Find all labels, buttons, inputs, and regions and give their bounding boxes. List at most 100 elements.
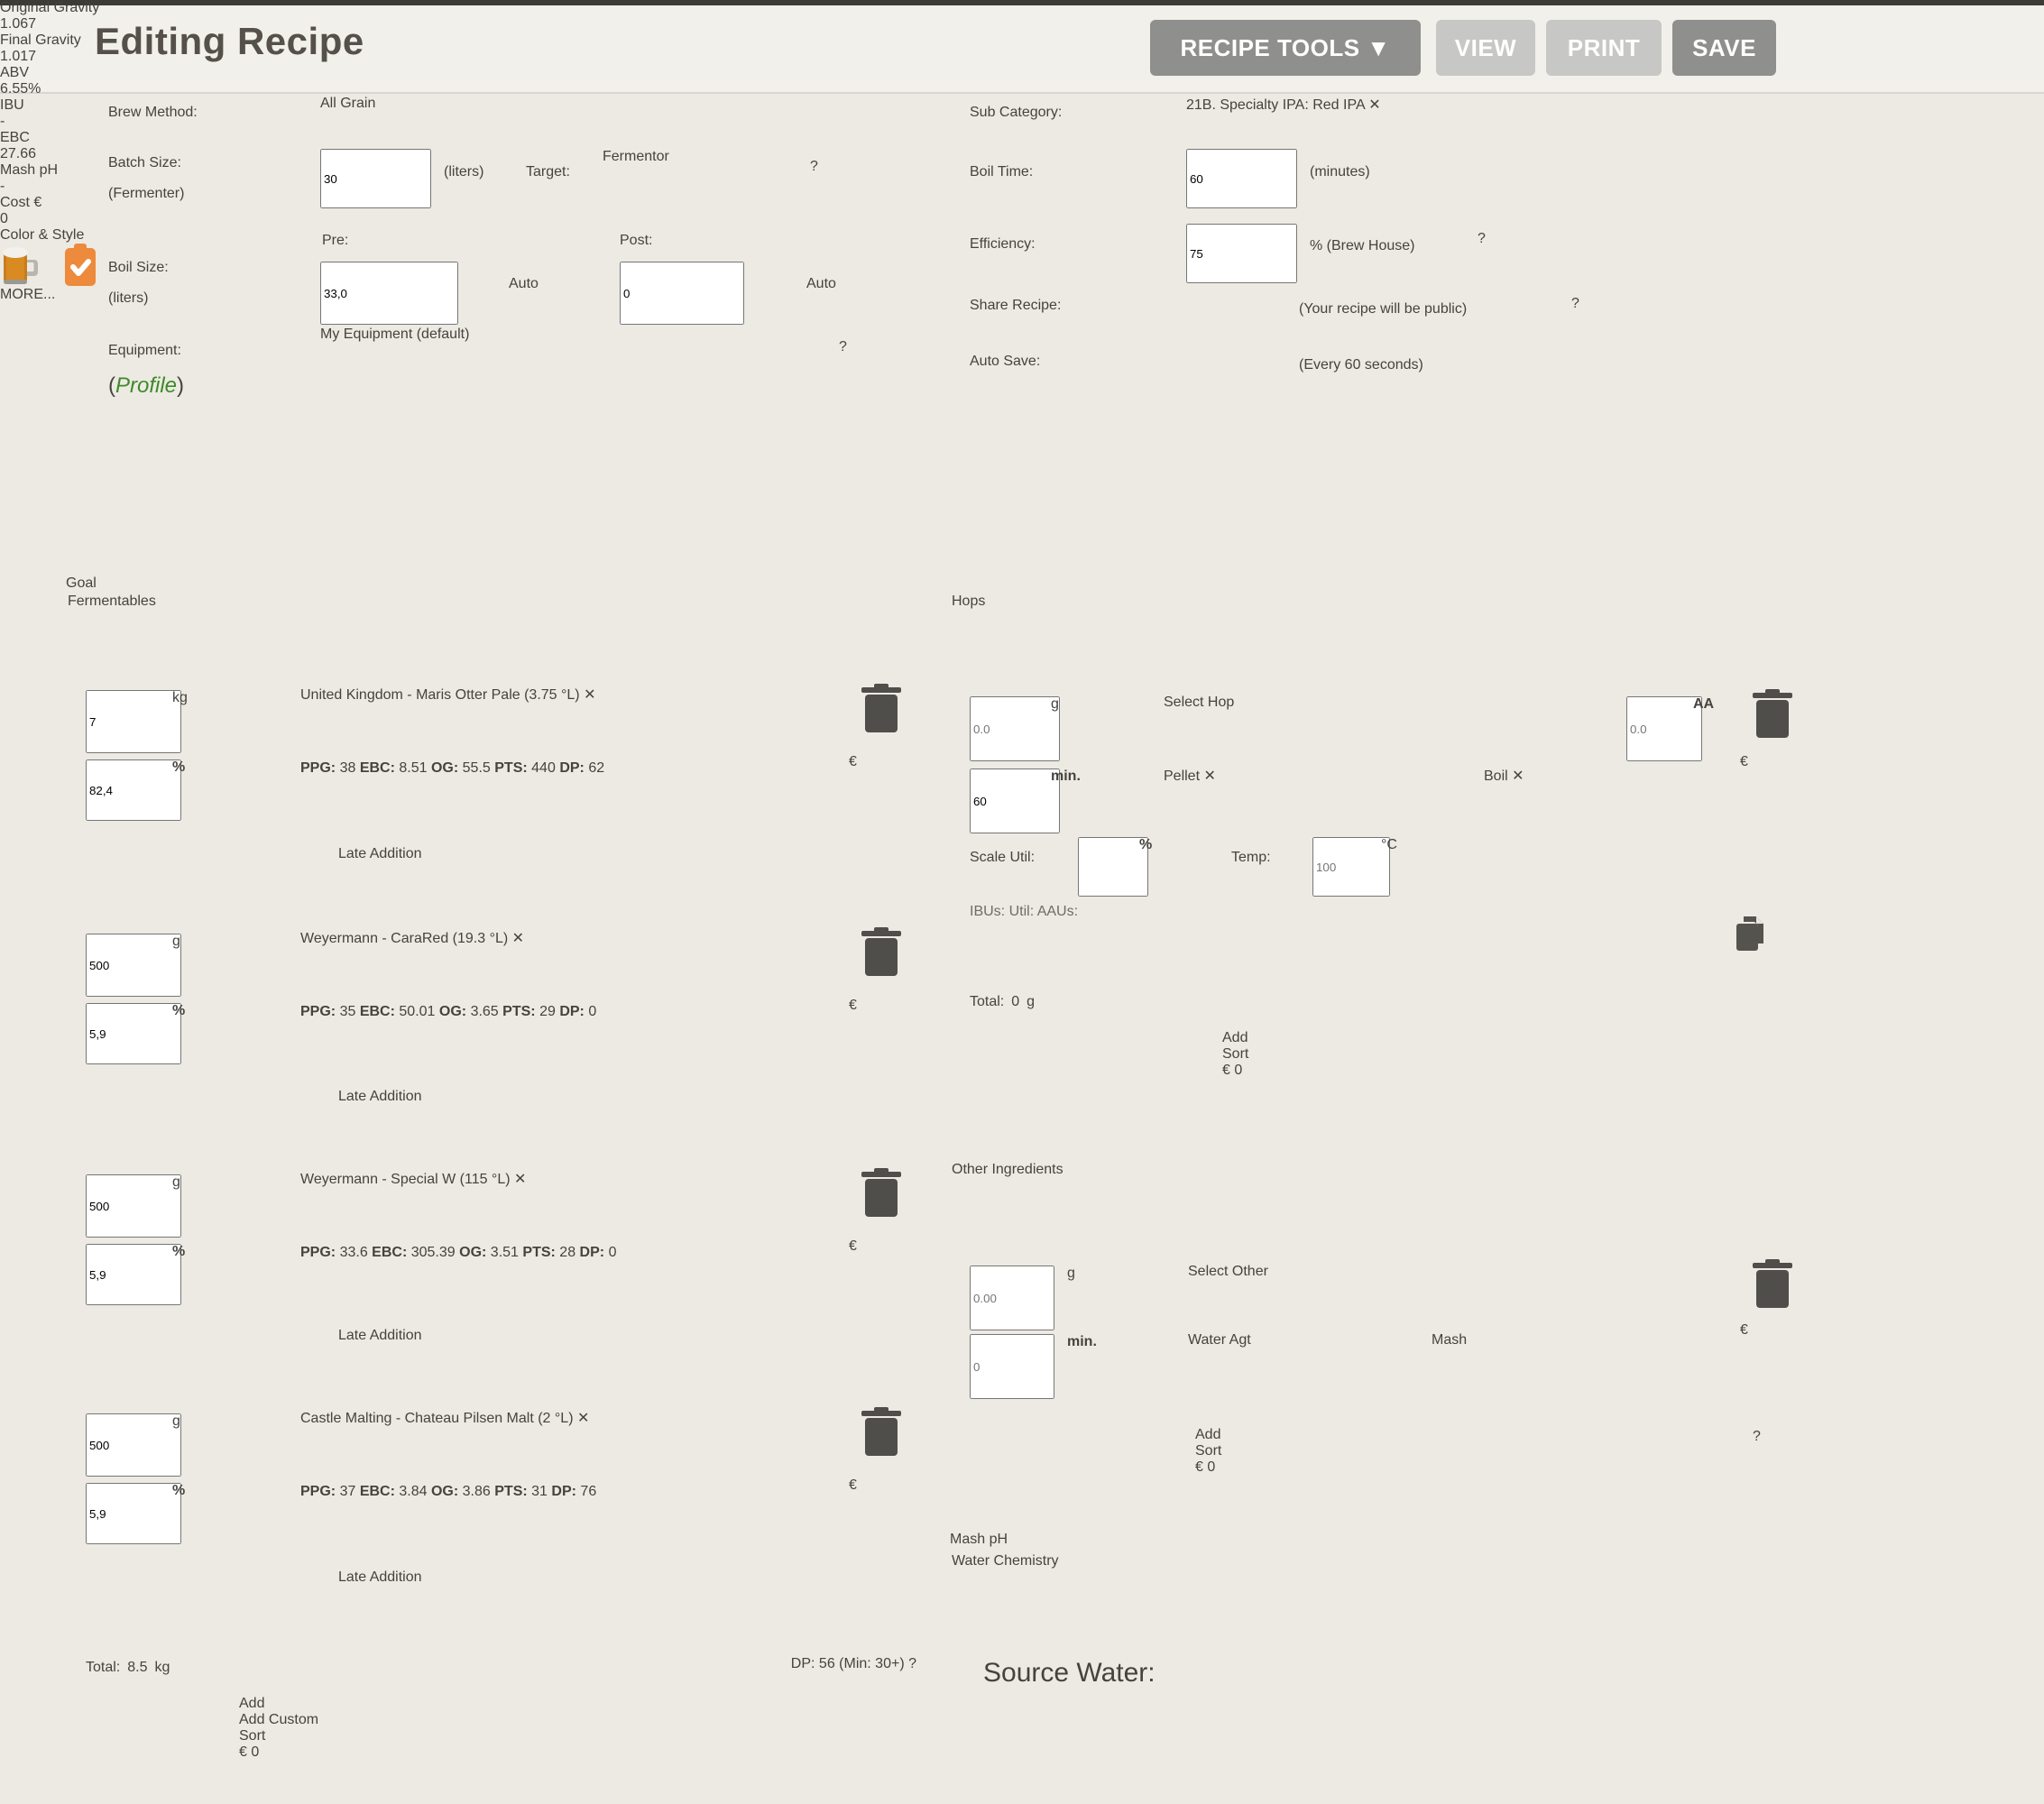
trash-icon[interactable] <box>1753 1259 1792 1308</box>
fermentable-amount-input[interactable] <box>86 1174 181 1238</box>
trash-icon[interactable] <box>861 1168 901 1217</box>
fermentable-select[interactable]: United Kingdom - Maris Otter Pale (3.75 … <box>300 686 831 750</box>
hop-type-select[interactable]: Pellet ✕ <box>1164 767 1470 830</box>
fermentable-amount-input[interactable] <box>86 690 181 753</box>
hop-select[interactable]: Select Hop <box>1164 695 1607 758</box>
target-select[interactable]: Fermentor <box>603 149 787 203</box>
boil-size-pre-input[interactable] <box>320 262 458 325</box>
stat-color-style[interactable]: Color & Style <box>0 227 99 287</box>
hop-amount-input[interactable] <box>970 696 1060 761</box>
view-button[interactable]: VIEW <box>1436 20 1535 76</box>
clear-x-icon[interactable]: ✕ <box>514 1172 526 1187</box>
sort-fermentables-button[interactable]: Sort <box>239 1728 349 1744</box>
dp-value: 56 <box>819 1656 835 1671</box>
help-icon[interactable]: ? <box>1478 231 1486 247</box>
add-hop-button[interactable]: Add <box>1222 1030 1329 1046</box>
fermentable-percent-input[interactable] <box>86 759 181 821</box>
fermentable-amount-input[interactable] <box>86 1413 181 1477</box>
sort-other-button[interactable]: Sort <box>1195 1443 1305 1459</box>
scale-util-label: Scale Util: <box>970 850 1035 866</box>
fermentable-percent-input[interactable] <box>86 1483 181 1544</box>
fermentable-select[interactable]: Weyermann - CaraRed (19.3 °L) ✕ <box>300 929 831 994</box>
add-other-button[interactable]: Add <box>1195 1427 1302 1443</box>
aa-unit-box: AA <box>1693 696 1751 756</box>
equipment-label: Equipment: <box>108 343 181 359</box>
other-amount-input[interactable] <box>970 1266 1054 1330</box>
boil-time-input[interactable] <box>1186 149 1297 208</box>
fermentable-unit-select[interactable]: kg <box>172 690 279 748</box>
help-icon[interactable]: ? <box>839 339 847 355</box>
hop-calc-strip: IBUs: Util: AAUs: <box>970 904 1783 962</box>
help-icon[interactable]: ? <box>908 1656 916 1671</box>
diastatic-power-summary: DP: 56 (Min: 30+) ? <box>791 1656 916 1672</box>
fermentable-select[interactable]: Weyermann - Special W (115 °L) ✕ <box>300 1170 831 1235</box>
hop-unit-select[interactable]: g <box>1051 696 1141 756</box>
equipment-profile-link[interactable]: Profile <box>115 373 177 398</box>
add-custom-fermentable-button[interactable]: Add Custom <box>239 1712 428 1728</box>
fermentables-actions: Add Add Custom Sort € 0 <box>239 1696 428 1761</box>
add-fermentable-button[interactable]: Add <box>239 1696 345 1712</box>
clear-x-icon[interactable]: ✕ <box>1512 769 1524 784</box>
hops-panel: Hops g Select Hop AA € min. Pellet ✕ Boi… <box>952 577 1801 1108</box>
fermentable-percent-input[interactable] <box>86 1003 181 1064</box>
euro-cost-button[interactable]: € <box>849 754 857 770</box>
clear-x-icon[interactable]: ✕ <box>1203 769 1215 784</box>
other-cost-button[interactable]: € 0 <box>1195 1459 1294 1476</box>
trash-icon[interactable] <box>1753 689 1792 738</box>
help-icon[interactable]: ? <box>1753 1429 1792 1468</box>
boil-size-subnote: (liters) <box>108 290 148 307</box>
other-ingredient-select[interactable]: Select Other <box>1188 1264 1693 1327</box>
efficiency-input[interactable] <box>1186 224 1297 283</box>
euro-cost-button[interactable]: € <box>849 1238 857 1255</box>
hops-total: Total: 0 g <box>970 994 1035 1010</box>
other-time-input[interactable] <box>970 1334 1054 1399</box>
batch-size-subnote: (Fermenter) <box>108 186 184 202</box>
brew-method-select[interactable]: All Grain <box>320 96 824 150</box>
clear-x-icon[interactable]: ✕ <box>512 931 524 946</box>
fermentable-unit-select[interactable]: g <box>172 934 279 991</box>
batch-size-input[interactable] <box>320 149 431 208</box>
save-button[interactable]: SAVE <box>1672 20 1776 76</box>
source-water-select[interactable] <box>983 1696 1718 1763</box>
other-unit-select[interactable]: g <box>1045 1266 1193 1325</box>
euro-cost-button[interactable]: € <box>849 998 857 1014</box>
equipment-paren-close: ) <box>177 373 184 398</box>
clear-x-icon[interactable]: ✕ <box>584 687 595 703</box>
brew-method-label: Brew Method: <box>108 105 198 121</box>
equipment-select[interactable]: My Equipment (default) <box>320 327 824 384</box>
fermentable-percent-input[interactable] <box>86 1244 181 1305</box>
hop-aa-input[interactable] <box>1626 696 1702 761</box>
scale-util-input[interactable] <box>1078 837 1148 897</box>
euro-cost-button[interactable]: € <box>849 1477 857 1494</box>
euro-cost-button[interactable]: € <box>1740 1322 1748 1339</box>
fermentables-cost-button[interactable]: € 0 <box>239 1744 338 1761</box>
page-title: Editing Recipe <box>95 20 364 63</box>
copy-icon[interactable] <box>1736 916 1767 951</box>
sub-category-value: 21B. Specialty IPA: Red IPA <box>1186 97 1365 113</box>
other-use-select[interactable]: Mash <box>1432 1332 1657 1395</box>
trash-icon[interactable] <box>861 927 901 976</box>
temp-input[interactable] <box>1312 837 1390 897</box>
print-button[interactable]: PRINT <box>1546 20 1662 76</box>
recipe-tools-button[interactable]: RECIPE TOOLS ▼ <box>1150 20 1421 76</box>
fermentable-amount-input[interactable] <box>86 934 181 997</box>
trash-icon[interactable] <box>861 1407 901 1456</box>
help-icon[interactable]: ? <box>1571 296 1579 312</box>
stat-abv: ABV 6.55% <box>0 65 99 97</box>
sort-hops-button[interactable]: Sort <box>1222 1046 1332 1063</box>
sub-category-select[interactable]: 21B. Specialty IPA: Red IPA ✕ <box>1186 96 1688 150</box>
help-icon[interactable]: ? <box>810 159 818 175</box>
trash-icon[interactable] <box>861 684 901 732</box>
other-time-unit-select[interactable]: min. <box>1045 1334 1193 1394</box>
clear-x-icon[interactable]: ✕ <box>577 1411 589 1426</box>
fermentable-unit-select[interactable]: g <box>172 1413 279 1471</box>
more-stats-button[interactable]: MORE... <box>0 287 99 303</box>
clear-x-icon[interactable]: ✕ <box>1368 97 1380 113</box>
hops-cost-button[interactable]: € 0 <box>1222 1063 1321 1079</box>
other-type-select[interactable]: Water Agt <box>1188 1332 1419 1395</box>
hop-use-select[interactable]: Boil ✕ <box>1484 767 1772 830</box>
fermentable-unit-select[interactable]: g <box>172 1174 279 1232</box>
boil-size-post-input[interactable] <box>620 262 744 325</box>
hop-time-input[interactable] <box>970 769 1060 833</box>
fermentable-select[interactable]: Castle Malting - Chateau Pilsen Malt (2 … <box>300 1409 831 1474</box>
